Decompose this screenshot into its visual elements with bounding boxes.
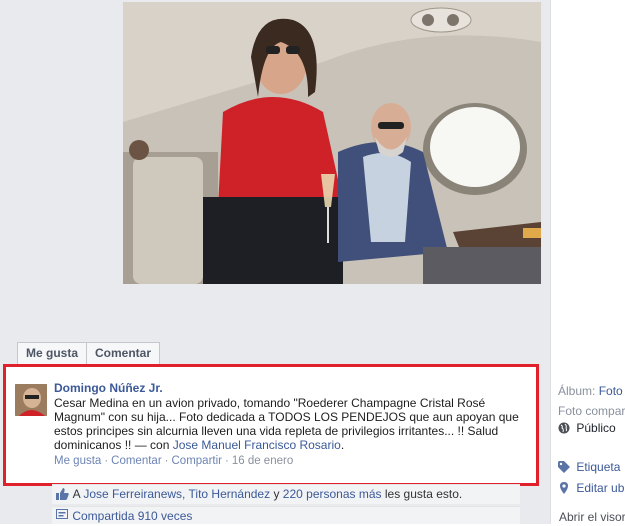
with-prefix: — con	[134, 438, 170, 452]
open-viewer-row[interactable]: Abrir el visor	[559, 510, 625, 524]
photo-details-sidebar: Álbum: Foto Foto compar Público Etiqueta…	[550, 0, 625, 524]
post-meta-actions: Me gusta · Comentar · Compartir · 16 de enero	[54, 455, 294, 467]
privacy-label: Público	[576, 421, 616, 435]
likes-connector: y	[273, 487, 280, 501]
likes-prefix: A	[72, 487, 81, 501]
shared-row: Foto compar	[558, 404, 625, 418]
post-content: Domingo Núñez Jr. Cesar Medina en un avi…	[54, 381, 532, 468]
tag-row[interactable]: Etiqueta	[558, 460, 620, 474]
with-suffix: .	[340, 438, 345, 452]
globe-icon	[558, 422, 570, 434]
likes-suffix: les gusta esto.	[384, 487, 463, 501]
shared-label: Foto compar	[558, 404, 625, 418]
edit-location-row[interactable]: Editar ub	[558, 481, 624, 495]
edit-location-link[interactable]: Editar ub	[576, 481, 624, 495]
post-comment-link[interactable]: Comentar	[111, 455, 162, 467]
tag-icon	[558, 461, 570, 473]
author-name-link[interactable]: Domingo Núñez Jr.	[54, 381, 532, 395]
location-pin-icon	[558, 482, 570, 494]
photo-viewer-panel: Me gusta Comentar Domingo Núñez Jr. Cesa…	[0, 0, 550, 524]
thumbs-up-icon	[56, 487, 70, 506]
other-likers-link[interactable]: 220 personas más	[283, 487, 382, 501]
shares-count-link[interactable]: Compartida 910 veces	[72, 509, 192, 523]
tagged-person-link[interactable]: Jose Manuel Francisco Rosario	[173, 438, 341, 452]
post-date[interactable]: 16 de enero	[232, 455, 293, 467]
open-viewer-link[interactable]: Abrir el visor	[559, 510, 625, 524]
album-link[interactable]: Foto	[599, 384, 623, 398]
like-tab-button[interactable]: Me gusta	[17, 342, 88, 364]
shares-summary[interactable]: Compartida 910 veces	[52, 506, 520, 524]
likers-link[interactable]: Jose Ferreiranews, Tito Hernández	[83, 487, 270, 501]
photo-actions: Me gusta Comentar	[17, 342, 161, 364]
share-icon	[56, 509, 72, 523]
post-share-link[interactable]: Compartir	[172, 455, 222, 467]
highlighted-post-caption: Domingo Núñez Jr. Cesar Medina en un avi…	[3, 364, 539, 486]
post-like-link[interactable]: Me gusta	[54, 455, 101, 467]
comment-tab-button[interactable]: Comentar	[87, 342, 161, 364]
privacy-row[interactable]: Público	[558, 421, 616, 435]
album-row: Álbum: Foto	[558, 384, 623, 398]
tag-photo-link[interactable]: Etiqueta	[576, 460, 620, 474]
photo-stage	[0, 0, 550, 340]
likes-summary: A Jose Ferreiranews, Tito Hernández y 22…	[52, 484, 520, 504]
album-label: Álbum:	[558, 384, 596, 398]
author-avatar[interactable]	[15, 384, 47, 416]
post-photo[interactable]	[123, 2, 541, 284]
